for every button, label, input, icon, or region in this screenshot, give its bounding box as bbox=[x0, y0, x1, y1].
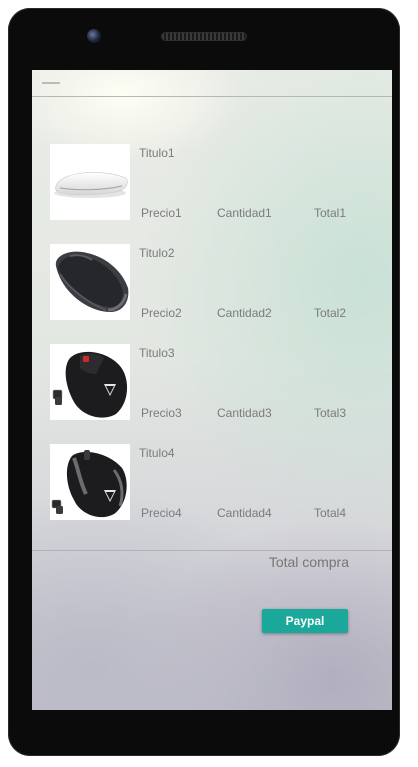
camera-icon bbox=[87, 29, 101, 43]
item-quantity: Cantidad2 bbox=[217, 306, 272, 320]
total-divider bbox=[32, 550, 392, 551]
header-divider bbox=[32, 96, 392, 97]
item-price: Precio4 bbox=[141, 506, 182, 520]
speaker-grille bbox=[161, 32, 247, 41]
product-image-black-mouse-gray-trim bbox=[50, 444, 130, 520]
menu-handle-icon[interactable] bbox=[42, 82, 60, 84]
paypal-button[interactable]: Paypal bbox=[262, 609, 348, 633]
product-image-gray-mouse bbox=[50, 244, 130, 320]
cart-item: Titulo4 Precio4 Cantidad4 Total4 bbox=[32, 444, 392, 522]
item-quantity: Cantidad3 bbox=[217, 406, 272, 420]
item-title: Titulo3 bbox=[139, 346, 175, 360]
item-title: Titulo4 bbox=[139, 446, 175, 460]
app-screen: Titulo1 Precio1 Cantidad1 Total1 Titulo2 bbox=[32, 70, 392, 710]
item-total: Total4 bbox=[314, 506, 347, 520]
item-price: Precio1 bbox=[141, 206, 182, 220]
product-image-white-mouse bbox=[50, 144, 130, 220]
item-total: Total3 bbox=[314, 406, 347, 420]
item-total: Total1 bbox=[314, 206, 347, 220]
order-total-label: Total compra bbox=[268, 554, 349, 570]
item-price: Precio3 bbox=[141, 406, 182, 420]
item-quantity: Cantidad4 bbox=[217, 506, 272, 520]
product-image-black-mouse-red-wheel bbox=[50, 344, 130, 420]
cart-item: Titulo1 Precio1 Cantidad1 Total1 bbox=[32, 144, 392, 222]
cart-item: Titulo2 Precio2 Cantidad2 Total2 bbox=[32, 244, 392, 322]
item-total: Total2 bbox=[314, 306, 347, 320]
phone-frame: Titulo1 Precio1 Cantidad1 Total1 Titulo2 bbox=[8, 8, 400, 756]
item-title: Titulo2 bbox=[139, 246, 175, 260]
cart-item: Titulo3 Precio3 Cantidad3 Total3 bbox=[32, 344, 392, 422]
item-price: Precio2 bbox=[141, 306, 182, 320]
item-quantity: Cantidad1 bbox=[217, 206, 272, 220]
item-title: Titulo1 bbox=[139, 146, 175, 160]
